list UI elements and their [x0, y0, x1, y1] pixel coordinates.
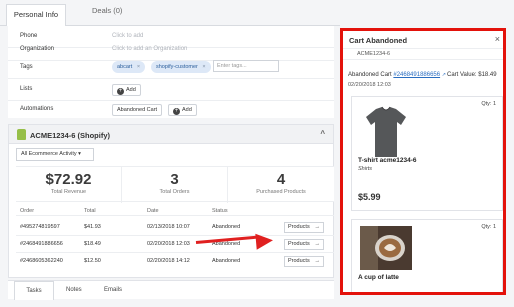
order-status: Abandoned — [212, 224, 241, 230]
tab-notes[interactable]: Notes — [66, 287, 82, 293]
arrow-right-icon: → — [314, 224, 321, 230]
col-date: Date — [147, 208, 159, 214]
tshirt-image — [360, 103, 412, 161]
col-total: Total — [84, 208, 96, 214]
annotation-arrow-icon — [255, 232, 274, 250]
cart-abandoned-panel: Cart Abandoned × ACME1234-6 Abandoned Ca… — [340, 28, 506, 295]
order-status: Abandoned — [212, 258, 241, 264]
order-date: 02/20/2018 12:03 — [147, 241, 190, 247]
chevron-up-icon[interactable]: ^ — [320, 129, 325, 138]
stat-purchased-products: 4 Purchased Products — [228, 167, 334, 203]
organization-label: Organization — [20, 46, 55, 52]
stat-value: 4 — [276, 171, 286, 188]
external-link-icon[interactable]: ↗ — [442, 72, 446, 78]
products-button-label: Products — [288, 224, 310, 230]
tab-personal-info[interactable]: Personal Info — [6, 4, 66, 26]
stat-caption: Purchased Products — [256, 189, 306, 195]
col-order: Order — [20, 208, 35, 214]
panel-title: Cart Abandoned — [349, 36, 408, 45]
automation-badge[interactable]: Abandoned Cart — [112, 104, 163, 116]
activity-tab-bar: Tasks Notes Emails — [8, 280, 334, 300]
stat-total-orders: 3 Total Orders — [122, 167, 227, 203]
product-category: Shirts — [358, 166, 373, 172]
order-date: 02/20/2018 14:12 — [147, 258, 190, 264]
order-id: #2468605362240 — [20, 258, 63, 264]
latte-image — [360, 226, 412, 270]
product-qty: Qty: 1 — [481, 224, 496, 230]
tag-chip[interactable]: shopify-customer × — [151, 61, 211, 73]
shop-title: ACME1234-6 (Shopify) — [30, 131, 111, 140]
close-icon[interactable]: × — [495, 34, 500, 44]
tag-chip-label: shopify-customer — [156, 64, 198, 70]
activity-filter-select[interactable]: All Ecommerce Activity ▾ — [16, 148, 94, 161]
stat-total-revenue: $72.92 Total Revenue — [16, 167, 121, 203]
stat-caption: Total Revenue — [50, 189, 87, 195]
shopify-bag-icon — [17, 129, 26, 140]
stat-value: 3 — [170, 171, 179, 188]
add-automation-button[interactable]: + Add — [168, 104, 197, 116]
plus-icon: + — [173, 108, 180, 115]
tags-row: Tags abcart × shopify-customer × Enter t… — [8, 57, 334, 79]
products-button[interactable]: Products → — [284, 222, 324, 233]
tab-deals[interactable]: Deals (0) — [92, 6, 122, 15]
tag-chip-label: abcart — [117, 64, 133, 70]
product-qty: Qty: 1 — [481, 101, 496, 107]
personal-info-panel: Phone Click to add Organization Click to… — [8, 26, 334, 118]
order-date: 02/13/2018 10:07 — [147, 224, 190, 230]
add-list-label: Add — [126, 87, 136, 93]
cart-line: Abandoned Cart #2468491886656 ↗ — [348, 72, 446, 78]
plus-icon: + — [117, 88, 124, 95]
add-list-button[interactable]: + Add — [112, 84, 141, 96]
tags-input[interactable]: Enter tags... — [213, 60, 279, 72]
products-button-label: Products — [288, 241, 310, 247]
product-price: $5.99 — [358, 192, 381, 202]
cart-date: 02/20/2018 12:03 — [348, 82, 391, 88]
order-total: $41.93 — [84, 224, 101, 230]
product-card: Qty: 1 A cup of latte — [351, 219, 503, 292]
table-row: #2468605362240 $12.50 02/20/2018 14:12 A… — [16, 253, 334, 270]
order-id: #2468491886656 — [20, 241, 63, 247]
cart-link[interactable]: #2468491886656 — [393, 72, 440, 78]
stats-row: $72.92 Total Revenue 3 Total Orders 4 Pu… — [16, 166, 334, 203]
lists-label: Lists — [20, 86, 33, 92]
product-card: Qty: 1 T-shirt acme1234-6 Shirts $5.99 — [351, 96, 503, 211]
order-id: #495274819597 — [20, 224, 60, 230]
top-tab-bar: Personal Info Deals (0) — [0, 0, 340, 26]
automations-label: Automations — [20, 106, 54, 112]
arrow-right-icon: → — [314, 258, 321, 264]
shopify-section-header[interactable]: ACME1234-6 (Shopify) ^ — [8, 124, 334, 144]
table-row: #495274819597 $41.93 02/13/2018 10:07 Ab… — [16, 219, 334, 236]
order-total: $18.49 — [84, 241, 101, 247]
tab-tasks[interactable]: Tasks — [14, 281, 54, 300]
tags-label: Tags — [20, 64, 33, 70]
organization-field[interactable]: Click to add an Organization — [112, 46, 187, 52]
automations-row: Automations Abandoned Cart + Add — [8, 99, 334, 121]
products-button[interactable]: Products → — [284, 239, 324, 250]
products-button-label: Products — [288, 258, 310, 264]
tag-remove-icon[interactable]: × — [137, 64, 140, 70]
cart-label: Abandoned Cart — [348, 72, 392, 78]
table-row: #2468491886656 $18.49 02/20/2018 12:03 A… — [16, 236, 334, 253]
tag-chip[interactable]: abcart × — [112, 61, 146, 73]
cart-value: Cart Value: $18.49 — [447, 72, 497, 78]
tab-emails[interactable]: Emails — [104, 287, 122, 293]
stat-caption: Total Orders — [159, 189, 190, 195]
order-total: $12.50 — [84, 258, 101, 264]
lists-row: Lists + Add — [8, 79, 334, 101]
orders-table-header: Order Total Date Status — [16, 206, 334, 216]
arrow-right-icon: → — [314, 241, 321, 247]
add-automation-label: Add — [182, 107, 192, 113]
store-name: ACME1234-6 — [343, 48, 503, 60]
product-name: A cup of latte — [358, 274, 399, 281]
products-button[interactable]: Products → — [284, 256, 324, 267]
product-name: T-shirt acme1234-6 — [358, 157, 417, 164]
col-status: Status — [212, 208, 228, 214]
stat-value: $72.92 — [45, 171, 92, 188]
tag-remove-icon[interactable]: × — [202, 64, 205, 70]
